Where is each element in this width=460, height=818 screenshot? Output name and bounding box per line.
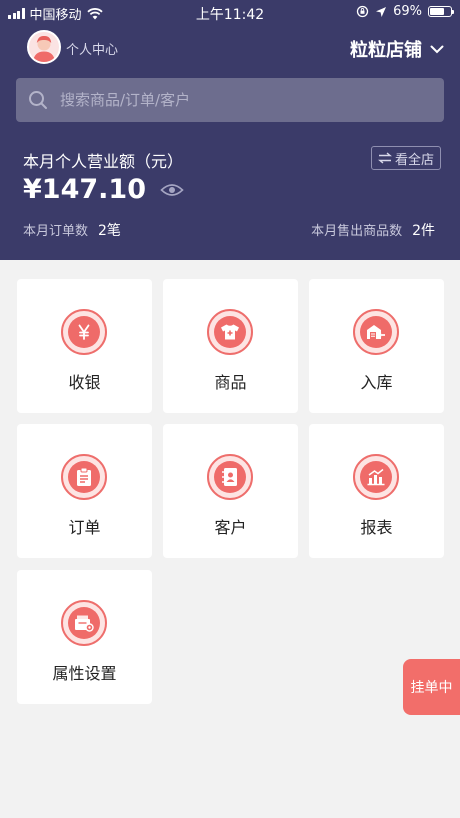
menu-label: 入库 <box>360 373 393 392</box>
search-icon <box>29 91 47 109</box>
pending-orders-tab[interactable]: 挂单中 <box>403 659 460 715</box>
warehouse-icon <box>360 316 392 348</box>
avatar[interactable] <box>27 30 61 64</box>
chevron-down-icon <box>430 45 444 53</box>
yen-icon <box>68 316 100 348</box>
menu-label: 属性设置 <box>52 664 117 683</box>
contacts-icon <box>214 461 246 493</box>
orders-value: 2笔 <box>98 223 121 239</box>
menu-label: 商品 <box>214 373 247 392</box>
menu-card-customers[interactable]: 客户 <box>163 424 298 558</box>
box-settings-icon <box>68 607 100 639</box>
menu-label: 收银 <box>68 373 101 392</box>
view-all-store-button[interactable]: 看全店 <box>370 146 441 170</box>
store-name: 粒粒店铺 <box>350 40 422 61</box>
header: 中国移动 上午11:42 69% 个人中心 粒粒店铺 搜索商品/订单/客户 本月… <box>0 0 460 260</box>
revenue-amount-row: ¥147.10 <box>23 174 184 205</box>
menu-label: 客户 <box>214 518 247 537</box>
monthly-orders: 本月订单数 2笔 <box>23 220 121 240</box>
search-input[interactable] <box>60 91 400 109</box>
eye-icon[interactable] <box>160 182 184 198</box>
menu-card-stock-in[interactable]: 入库 <box>309 279 444 413</box>
menu-card-orders[interactable]: 订单 <box>17 424 152 558</box>
store-switcher[interactable]: 粒粒店铺 <box>350 36 444 62</box>
bar-chart-icon <box>360 461 392 493</box>
location-icon <box>376 6 387 17</box>
search-bar[interactable] <box>16 78 444 122</box>
personal-center-link[interactable]: 个人中心 <box>66 39 118 58</box>
sold-value: 2件 <box>412 223 435 239</box>
menu-card-reports[interactable]: 报表 <box>309 424 444 558</box>
clipboard-icon <box>68 461 100 493</box>
orientation-lock-icon <box>356 5 369 18</box>
menu-card-attribute-settings[interactable]: 属性设置 <box>17 570 152 704</box>
monthly-sold: 本月售出商品数 2件 <box>311 220 435 240</box>
battery-icon <box>428 6 454 17</box>
menu-card-products[interactable]: 商品 <box>163 279 298 413</box>
status-bar: 中国移动 上午11:42 69% <box>0 0 460 24</box>
view-all-label: 看全店 <box>394 152 434 168</box>
menu-label: 报表 <box>360 518 393 537</box>
battery-percent: 69% <box>393 4 422 19</box>
revenue-amount: ¥147.10 <box>23 174 146 205</box>
menu-card-cashier[interactable]: 收银 <box>17 279 152 413</box>
swap-icon <box>378 152 392 164</box>
shirt-icon <box>214 316 246 348</box>
revenue-label: 本月个人营业额（元） <box>23 152 184 171</box>
menu-label: 订单 <box>68 518 101 537</box>
orders-label: 本月订单数 <box>23 224 89 239</box>
sold-label: 本月售出商品数 <box>311 224 403 239</box>
